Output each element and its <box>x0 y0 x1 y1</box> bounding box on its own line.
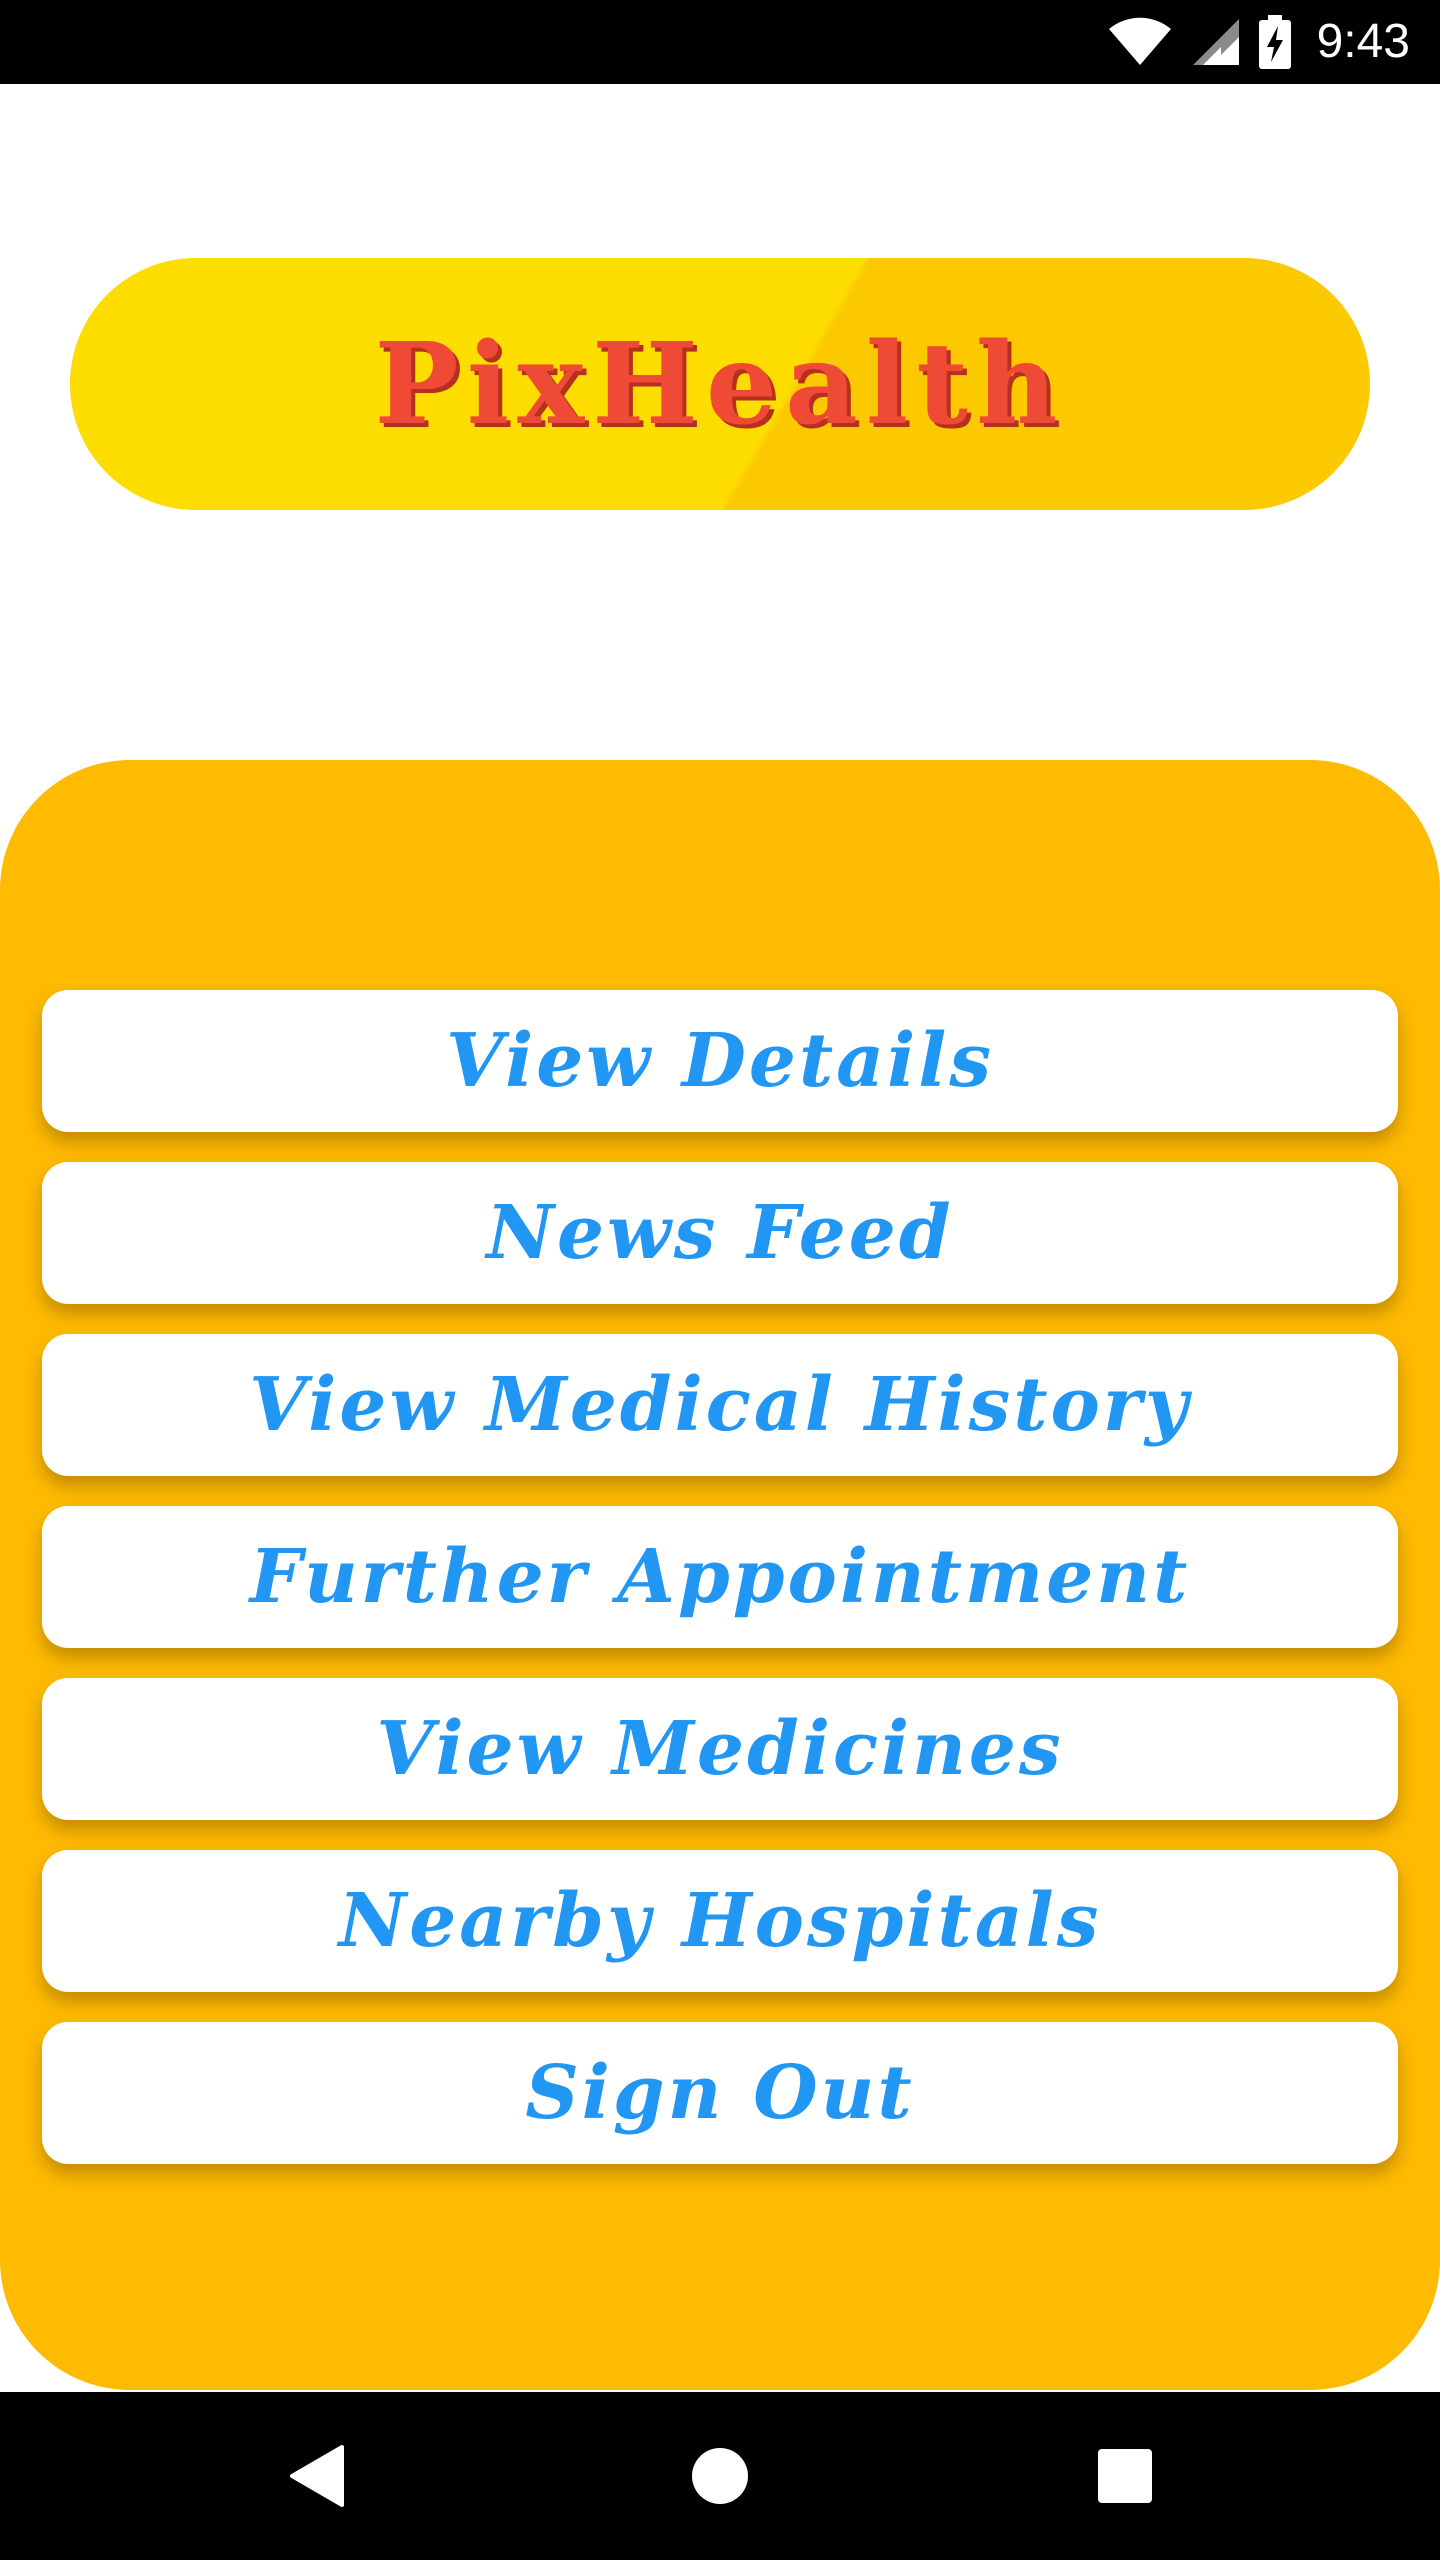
menu-label: Sign Out <box>525 2050 915 2136</box>
status-time: 9:43 <box>1316 15 1410 68</box>
home-icon <box>692 2448 748 2504</box>
app-title-banner: PixHealth <box>70 258 1370 510</box>
wifi-icon <box>1108 17 1171 65</box>
menu-label: News Feed <box>486 1190 954 1276</box>
menu-label: Further Appointment <box>249 1534 1191 1620</box>
menu-panel: View Details News Feed View Medical Hist… <box>0 760 1440 2390</box>
further-appointment-button[interactable]: Further Appointment <box>42 1506 1398 1648</box>
menu-label: View Details <box>445 1018 995 1104</box>
back-icon <box>290 2445 344 2507</box>
menu-label: View Medical History <box>249 1362 1191 1448</box>
app-title: PixHealth <box>374 318 1066 450</box>
status-icons: 9:43 <box>1107 0 1410 84</box>
menu-label: View Medicines <box>376 1706 1064 1792</box>
battery-charging-icon <box>1258 15 1291 69</box>
nearby-hospitals-button[interactable]: Nearby Hospitals <box>42 1850 1398 1992</box>
recents-icon <box>1098 2449 1152 2503</box>
menu-label: Nearby Hospitals <box>338 1878 1102 1964</box>
recents-button[interactable] <box>1041 2392 1209 2560</box>
status-bar: 9:43 <box>0 0 1440 84</box>
home-screen: 9:43 PixHealth View Details News Feed Vi… <box>0 0 1440 2560</box>
view-medical-history-button[interactable]: View Medical History <box>42 1334 1398 1476</box>
view-details-button[interactable]: View Details <box>42 990 1398 1132</box>
home-button[interactable] <box>636 2392 804 2560</box>
news-feed-button[interactable]: News Feed <box>42 1162 1398 1304</box>
view-medicines-button[interactable]: View Medicines <box>42 1678 1398 1820</box>
signal-icon <box>1192 19 1239 65</box>
back-button[interactable] <box>232 2392 400 2560</box>
navigation-bar <box>0 2392 1440 2560</box>
sign-out-button[interactable]: Sign Out <box>42 2022 1398 2164</box>
